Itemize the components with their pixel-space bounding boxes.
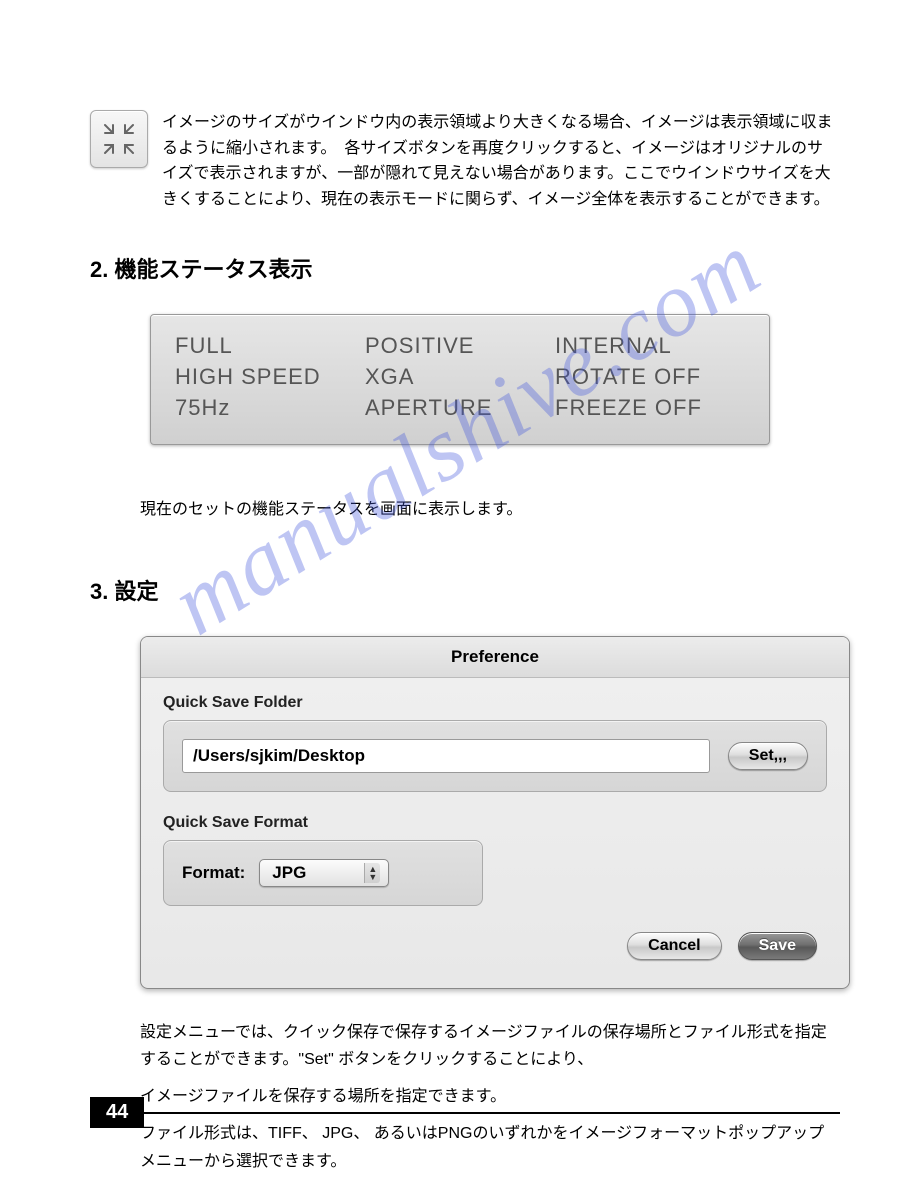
status-value: XGA (365, 362, 555, 393)
status-value: HIGH SPEED (175, 362, 365, 393)
format-popup[interactable]: JPG ▲▼ (259, 859, 389, 887)
format-value: JPG (272, 863, 306, 883)
status-panel: FULL HIGH SPEED 75Hz POSITIVE XGA APERTU… (150, 314, 770, 444)
status-value: APERTURE (365, 393, 555, 424)
section-3-heading: 3. 設定 (90, 574, 838, 606)
save-button[interactable]: Save (738, 932, 817, 960)
popup-arrows-icon: ▲▼ (364, 863, 380, 883)
status-value: ROTATE OFF (555, 362, 745, 393)
shrink-to-fit-icon (90, 110, 148, 168)
set-button[interactable]: Set,,, (728, 742, 808, 770)
section-2-heading: 2. 機能ステータス表示 (90, 252, 838, 284)
settings-paragraph-3: ファイル形式は、TIFF、 JPG、 あるいはPNGのいずれかをイメージフォーマ… (140, 1120, 838, 1174)
status-value: FULL (175, 331, 365, 362)
page-footer: 44 (90, 1097, 840, 1128)
status-value: 75Hz (175, 393, 365, 424)
quick-save-format-label: Quick Save Format (163, 814, 827, 832)
status-description: 現在のセットの機能ステータスを画面に表示します。 (140, 495, 838, 519)
quick-save-format-group: Format: JPG ▲▼ (163, 840, 483, 906)
preference-title: Preference (141, 637, 849, 678)
settings-paragraph-1: 設定メニューでは、クイック保存で保存するイメージファイルの保存場所とファイル形式… (140, 1019, 838, 1073)
intro-paragraph: イメージのサイズがウインドウ内の表示領域より大きくなる場合、イメージは表示領域に… (162, 110, 838, 212)
status-col-2: POSITIVE XGA APERTURE (365, 331, 555, 423)
status-col-3: INTERNAL ROTATE OFF FREEZE OFF (555, 331, 745, 423)
status-value: FREEZE OFF (555, 393, 745, 424)
folder-path-field[interactable]: /Users/sjkim/Desktop (182, 739, 710, 773)
quick-save-folder-label: Quick Save Folder (163, 694, 827, 712)
footer-rule (144, 1112, 840, 1114)
cancel-button[interactable]: Cancel (627, 932, 721, 960)
status-col-1: FULL HIGH SPEED 75Hz (175, 331, 365, 423)
quick-save-folder-group: /Users/sjkim/Desktop Set,,, (163, 720, 827, 792)
page-number: 44 (90, 1097, 144, 1128)
preference-window: Preference Quick Save Folder /Users/sjki… (140, 636, 850, 989)
status-value: INTERNAL (555, 331, 745, 362)
format-label: Format: (182, 863, 245, 883)
status-value: POSITIVE (365, 331, 555, 362)
